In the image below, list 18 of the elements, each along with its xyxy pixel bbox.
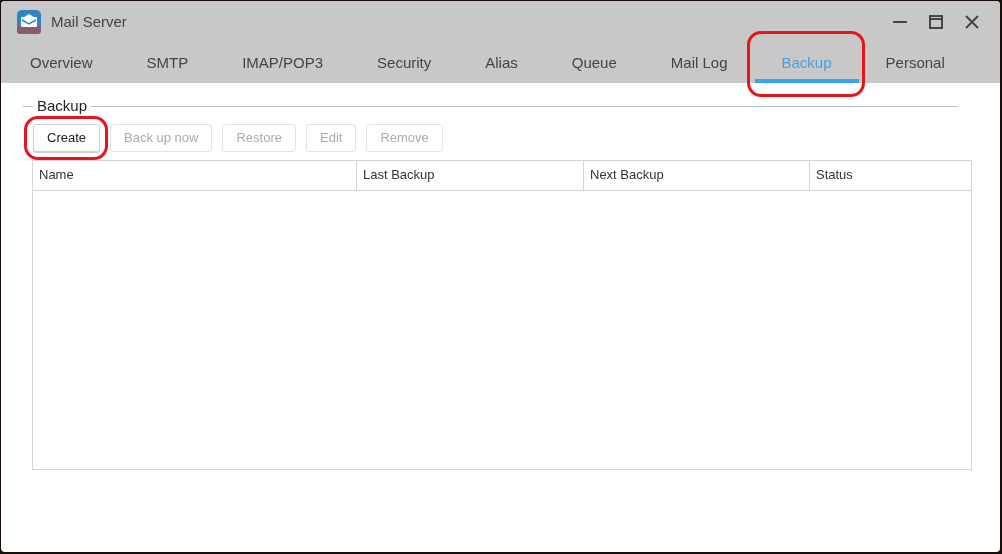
tab[interactable]: SMTP: [119, 43, 216, 83]
close-icon[interactable]: [964, 14, 980, 30]
window-title: Mail Server: [51, 11, 127, 32]
tab[interactable]: Overview: [3, 43, 120, 83]
tab[interactable]: IMAP/POP3: [215, 43, 351, 83]
toolbar-button[interactable]: Create: [33, 123, 101, 152]
envelope-app-icon: [17, 10, 41, 34]
tab[interactable]: Alias: [458, 43, 545, 83]
section-title: Backup: [36, 96, 89, 116]
column-header[interactable]: Status: [810, 160, 971, 190]
tab[interactable]: Security: [350, 43, 459, 83]
column-header[interactable]: Next Backup: [584, 160, 810, 190]
column-header[interactable]: Last Backup: [357, 160, 584, 190]
tab[interactable]: Personal: [858, 43, 972, 83]
maximize-icon[interactable]: [928, 14, 944, 30]
tab[interactable]: Queue: [544, 43, 644, 83]
tab[interactable]: Mail Log: [643, 43, 755, 83]
column-header[interactable]: Name: [33, 160, 357, 190]
